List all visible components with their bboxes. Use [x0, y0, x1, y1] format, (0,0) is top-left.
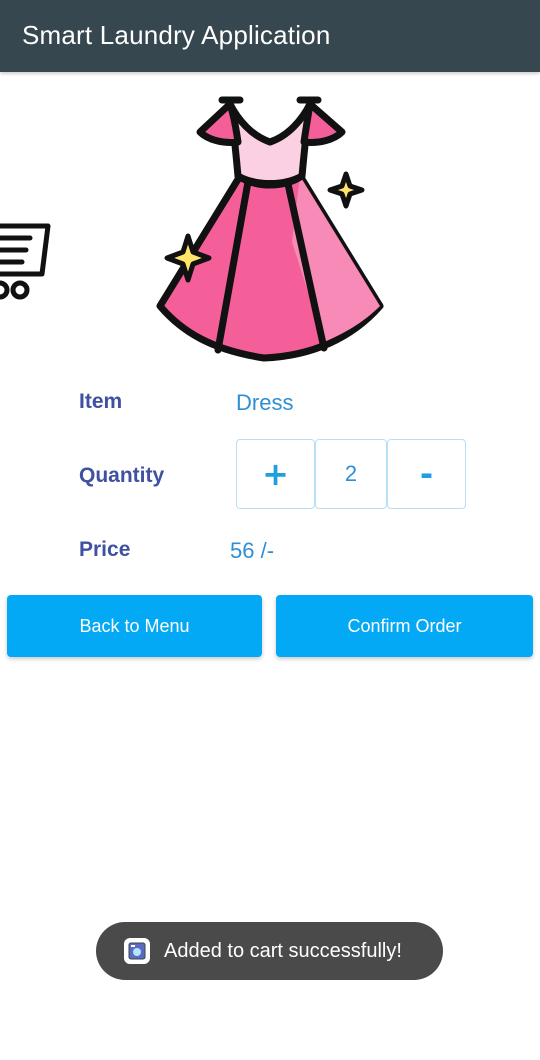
item-label: Item — [79, 390, 123, 413]
confirm-order-button[interactable]: Confirm Order — [276, 595, 533, 657]
price-label: Price — [79, 538, 131, 561]
shopping-cart-icon[interactable] — [0, 218, 56, 302]
price-value: 56 /- — [230, 538, 275, 563]
item-value: Dress — [236, 390, 294, 415]
quantity-label: Quantity — [79, 464, 165, 487]
dress-icon — [156, 96, 384, 362]
quantity-decrement-button[interactable]: - — [387, 439, 466, 509]
minus-icon: - — [419, 455, 434, 493]
quantity-increment-button[interactable]: + — [236, 439, 315, 509]
app-title: Smart Laundry Application — [22, 20, 331, 50]
app-bar: Smart Laundry Application — [0, 0, 540, 72]
app-screen: Smart Laundry Application Item Dress Qua… — [0, 0, 540, 1060]
toast-notification: Added to cart successfully! — [96, 922, 443, 980]
quantity-value: 2 — [344, 461, 358, 486]
plus-icon: + — [262, 455, 289, 493]
back-to-menu-button[interactable]: Back to Menu — [7, 595, 262, 657]
app-icon — [124, 938, 150, 964]
quantity-value-field[interactable]: 2 — [315, 439, 387, 509]
toast-message: Added to cart successfully! — [164, 939, 402, 962]
